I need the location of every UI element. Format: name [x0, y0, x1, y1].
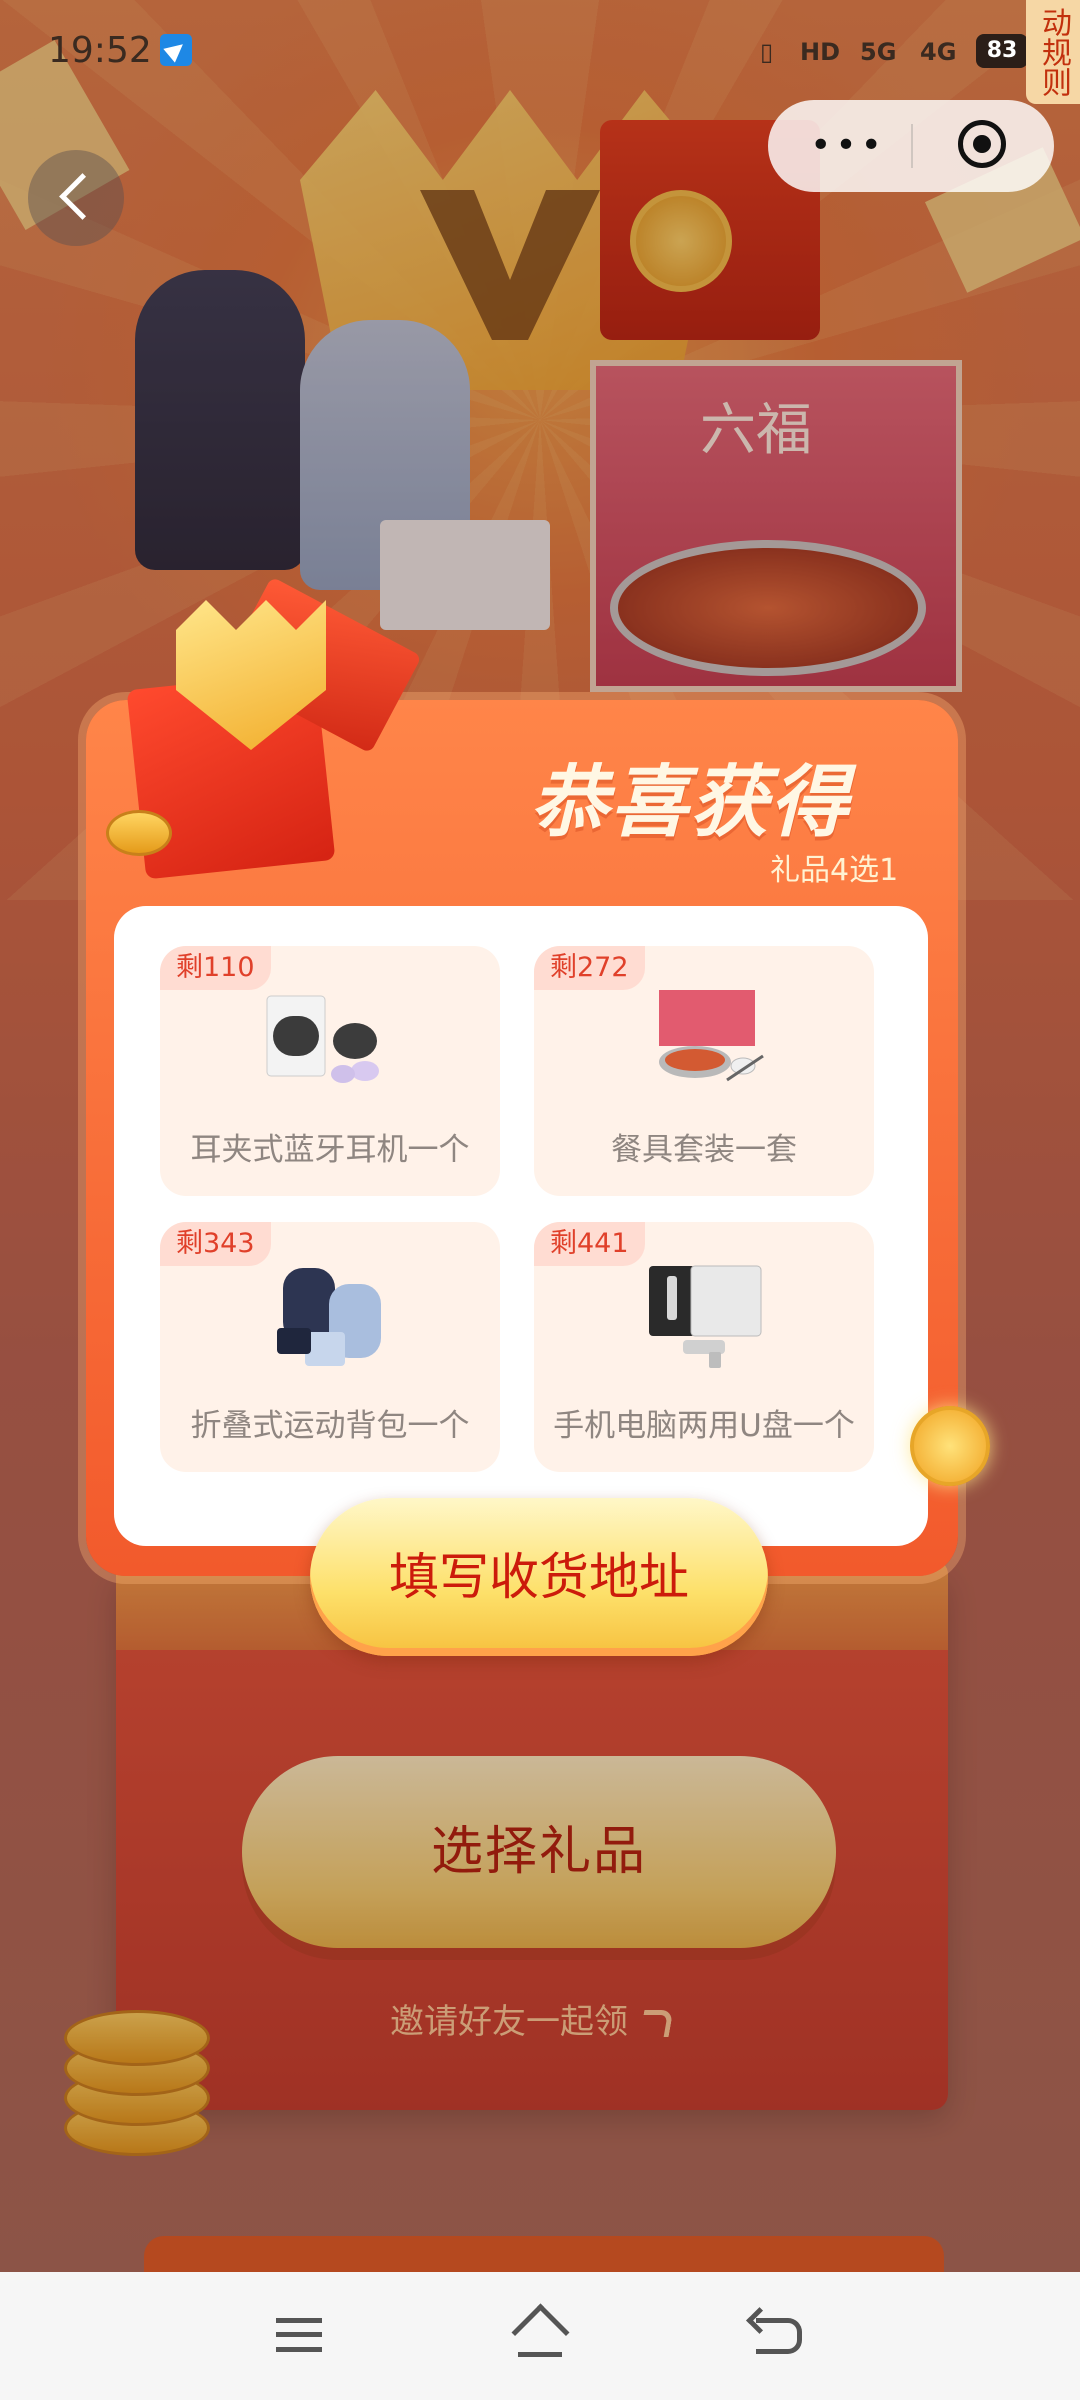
- prize-label: 餐具套装一套: [611, 1132, 797, 1168]
- navigation-app-icon: [160, 34, 192, 66]
- sim-icon: HD: [800, 38, 841, 66]
- menu-icon[interactable]: [276, 2318, 322, 2352]
- network-4g: 4G: [920, 38, 957, 66]
- gift-box-illustration: [66, 570, 422, 900]
- stock-badge: 剩272: [534, 946, 645, 990]
- vibrate-icon: ▯: [760, 38, 774, 66]
- prize-label: 手机电脑两用U盘一个: [553, 1408, 855, 1444]
- status-bar: 19:52 ▯ HD 5G 4G 83: [0, 0, 1080, 100]
- modal-subtitle: 礼品4选1: [770, 853, 899, 888]
- activity-rules-tab[interactable]: 动规则: [1026, 0, 1080, 104]
- capsule-divider: [911, 124, 913, 168]
- back-nav-icon[interactable]: [756, 2318, 802, 2354]
- battery-indicator: 83: [976, 34, 1028, 68]
- home-icon[interactable]: [512, 2312, 568, 2360]
- modal-title: 恭喜获得: [530, 758, 851, 848]
- close-miniprogram-icon[interactable]: [958, 120, 1006, 168]
- prize-label: 耳夹式蓝牙耳机一个: [190, 1132, 470, 1168]
- earbuds-icon: [266, 995, 379, 1083]
- stock-badge: 剩110: [160, 946, 271, 990]
- prize-card-earbuds[interactable]: 剩110 耳夹式蓝牙耳机一个: [160, 946, 500, 1196]
- prize-card-backpack[interactable]: 剩343 折叠式运动背包一个: [160, 1222, 500, 1472]
- prize-card-tableware[interactable]: 剩272 餐具套装一套: [534, 946, 874, 1196]
- miniprogram-capsule: •••: [768, 100, 1054, 192]
- fill-address-button[interactable]: 填写收货地址: [310, 1498, 768, 1656]
- prize-card-usb[interactable]: 剩441 手机电脑两用U盘一个: [534, 1222, 874, 1472]
- network-5g: 5G: [860, 38, 897, 66]
- stock-badge: 剩343: [160, 1222, 271, 1266]
- status-time: 19:52: [48, 30, 152, 71]
- usb-drive-icon: [649, 1265, 762, 1368]
- floating-coin-icon: [910, 1406, 990, 1486]
- prize-label: 折叠式运动背包一个: [190, 1408, 470, 1444]
- backpack-icon: [277, 1268, 381, 1366]
- stock-badge: 剩441: [534, 1222, 645, 1266]
- more-icon[interactable]: •••: [808, 128, 888, 164]
- system-navigation-bar: [0, 2272, 1080, 2400]
- tableware-icon: [659, 990, 764, 1082]
- back-icon[interactable]: [28, 150, 124, 246]
